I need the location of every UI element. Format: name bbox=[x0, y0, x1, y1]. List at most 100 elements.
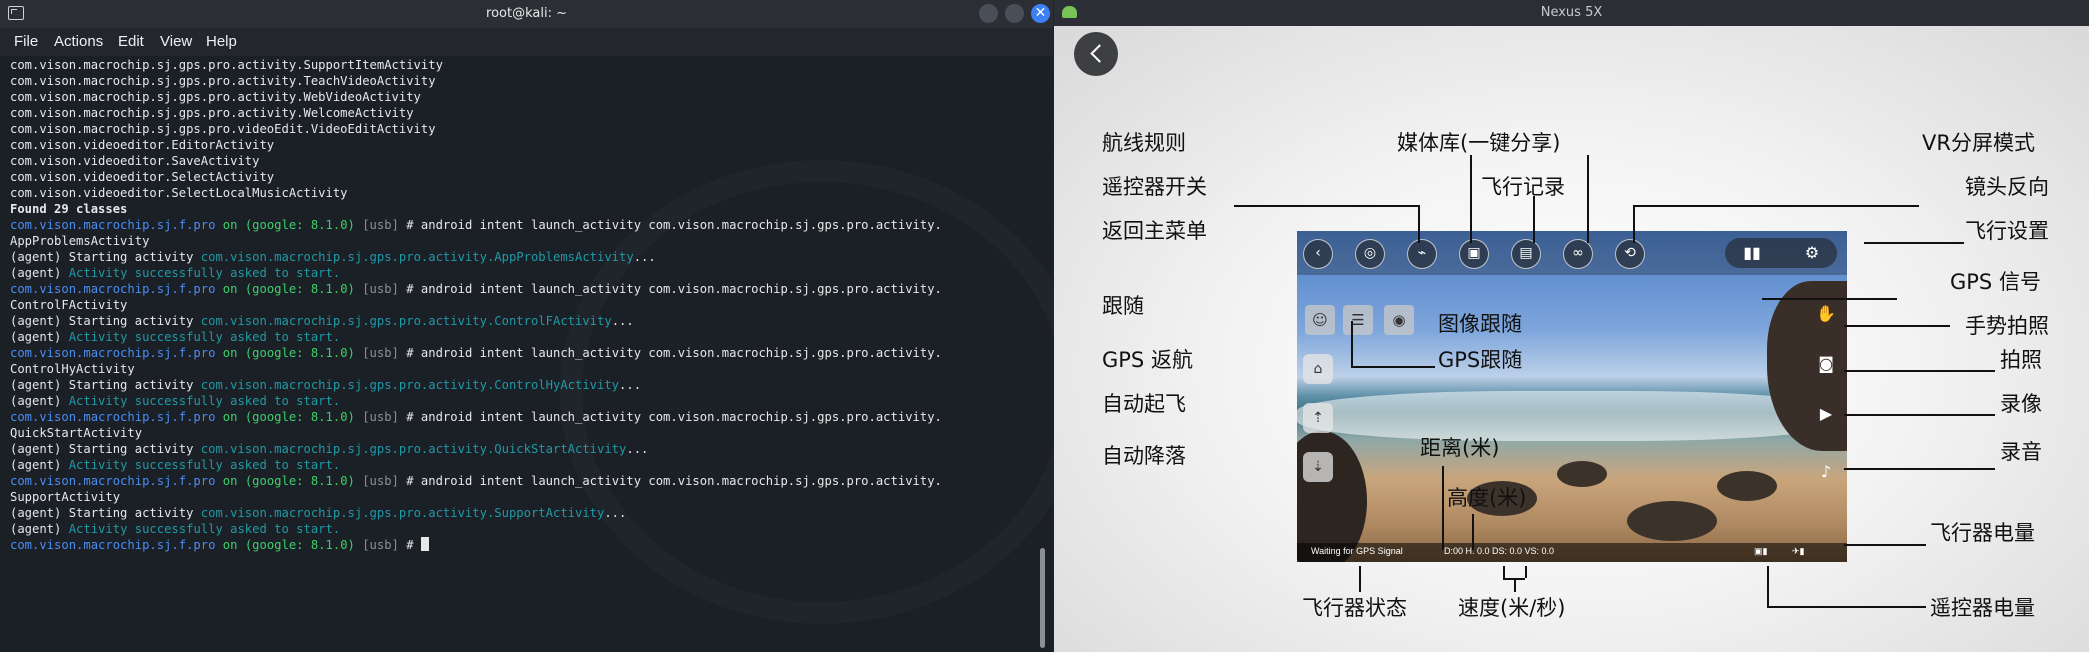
label-flight-record: 飞行记录 bbox=[1481, 175, 1565, 199]
terminal-line: QuickStartActivity bbox=[10, 425, 1030, 441]
gamepad-icon[interactable]: ◎ bbox=[1355, 239, 1385, 269]
terminal-line: (agent) Activity successfully asked to s… bbox=[10, 265, 1030, 281]
gesture-icon[interactable]: ✋ bbox=[1811, 301, 1841, 327]
terminal-text: com.vison.macrochip.sj.gps.pro.activity.… bbox=[10, 106, 414, 120]
terminal-text: (google: 8.1.0) bbox=[244, 282, 355, 296]
menu-edit[interactable]: Edit bbox=[118, 33, 144, 50]
terminal-text: com.vison.macrochip.sj.f.pro bbox=[10, 474, 216, 488]
terminal-text: Activity successfully asked to start. bbox=[68, 330, 341, 344]
label-route-planning: 航线规则 bbox=[1102, 131, 1186, 155]
terminal-text: (google: 8.1.0) bbox=[244, 410, 355, 424]
terminal-line: ControlFActivity bbox=[10, 297, 1030, 313]
leader-line bbox=[1359, 566, 1361, 592]
terminal-text: com.vison.videoeditor.EditorActivity bbox=[10, 138, 275, 152]
menu-help[interactable]: Help bbox=[206, 33, 237, 50]
terminal-text: com.vison.videoeditor.SelectLocalMusicAc… bbox=[10, 186, 348, 200]
image-follow-icon[interactable]: ◉ bbox=[1384, 305, 1414, 335]
leader-line bbox=[1633, 205, 1919, 207]
menu-file[interactable]: File bbox=[14, 33, 38, 50]
label-gps-return: GPS 返航 bbox=[1102, 348, 1193, 372]
microphone-icon[interactable]: ♪ bbox=[1811, 459, 1841, 485]
gps-return-icon[interactable]: ⌂ bbox=[1303, 354, 1333, 384]
leader-line bbox=[1844, 544, 1926, 546]
leader-line bbox=[1351, 366, 1435, 368]
terminal-text: QuickStartActivity bbox=[10, 426, 143, 440]
landing-icon[interactable]: ⇣ bbox=[1303, 452, 1333, 482]
terminal-line: (agent) Activity successfully asked to s… bbox=[10, 521, 1030, 537]
close-icon[interactable]: ✕ bbox=[1031, 4, 1050, 23]
camera-icon[interactable]: ◙ bbox=[1811, 351, 1841, 377]
chevron-left-icon[interactable]: ‹ bbox=[1303, 239, 1333, 269]
terminal-line: AppProblemsActivity bbox=[10, 233, 1030, 249]
terminal-line: (agent) Starting activity com.vison.macr… bbox=[10, 505, 1030, 521]
drone-battery-icon: ✈▮ bbox=[1792, 546, 1805, 556]
terminal-line: com.vison.macrochip.sj.gps.pro.videoEdit… bbox=[10, 121, 1030, 137]
back-button[interactable] bbox=[1074, 32, 1118, 76]
terminal-line: (agent) Activity successfully asked to s… bbox=[10, 393, 1030, 409]
route-icon[interactable]: ⌁ bbox=[1407, 239, 1437, 269]
maximize-button[interactable] bbox=[1005, 4, 1024, 23]
terminal-text: com.vison.macrochip.sj.gps.pro.activity.… bbox=[200, 378, 620, 392]
terminal-text: com.vison.macrochip.sj.f.pro bbox=[10, 410, 216, 424]
terminal-text: (agent) bbox=[10, 266, 69, 280]
gallery-icon[interactable]: ▣ bbox=[1459, 239, 1489, 269]
terminal-line: com.vison.macrochip.sj.gps.pro.activity.… bbox=[10, 73, 1030, 89]
follow-icon[interactable]: ☺ bbox=[1305, 305, 1335, 335]
terminal-text: (google: 8.1.0) bbox=[244, 346, 355, 360]
record-file-icon[interactable]: ▤ bbox=[1511, 239, 1541, 269]
emulator-title: Nexus 5X bbox=[1540, 5, 1603, 20]
terminal-text: com.vison.videoeditor.SelectActivity bbox=[10, 170, 275, 184]
vr-icon[interactable]: ∞ bbox=[1563, 239, 1593, 269]
terminal-line: Found 29 classes bbox=[10, 201, 1030, 217]
label-auto-takeoff: 自动起飞 bbox=[1102, 392, 1186, 416]
label-flight-settings: 飞行设置 bbox=[1965, 219, 2049, 243]
label-main-menu: 返回主菜单 bbox=[1102, 219, 1207, 243]
terminal-text: [usb] bbox=[354, 346, 399, 360]
leader-line bbox=[1533, 196, 1535, 243]
label-height: 高度(米) bbox=[1447, 486, 1527, 510]
rock bbox=[1557, 461, 1607, 487]
leader-line bbox=[1472, 514, 1474, 550]
app-screen: ‹ ◎ ⌁ ▣ ▤ ∞ ⟲ ▮▮ ⚙ ☺ ☰ ◉ ⌂ ⇡ ⇣ ✋ ◙ ▶ ♪ W… bbox=[1054, 26, 2089, 652]
telemetry-text: D:00 H: 0.0 DS: 0.0 VS: 0.0 bbox=[1444, 546, 1555, 556]
terminal-line: (agent) Activity successfully asked to s… bbox=[10, 457, 1030, 473]
minimize-button[interactable] bbox=[979, 4, 998, 23]
label-gps-signal: GPS 信号 bbox=[1950, 270, 2041, 294]
terminal-text: Found 29 classes bbox=[10, 202, 128, 216]
video-icon[interactable]: ▶ bbox=[1811, 401, 1841, 427]
terminal-text: # bbox=[398, 538, 421, 552]
label-gesture-photo: 手势拍照 bbox=[1965, 314, 2049, 338]
terminal-text: (agent) Starting activity bbox=[10, 506, 201, 520]
label-vr-mode: VR分屏模式 bbox=[1922, 131, 2035, 155]
terminal-line: com.vison.videoeditor.EditorActivity bbox=[10, 137, 1030, 153]
terminal-text: [usb] bbox=[354, 474, 399, 488]
terminal-text: ... bbox=[626, 442, 649, 456]
terminal-text: (agent) Starting activity bbox=[10, 442, 201, 456]
terminal-text: ControlFActivity bbox=[10, 298, 128, 312]
terminal-line: com.vison.macrochip.sj.f.pro on (google:… bbox=[10, 473, 1030, 489]
terminal-text: com.vison.macrochip.sj.gps.pro.videoEdit… bbox=[10, 122, 436, 136]
terminal-text: on bbox=[215, 346, 245, 360]
leader-line bbox=[1234, 205, 1418, 207]
menu-actions[interactable]: Actions bbox=[54, 33, 103, 50]
terminal-line: (agent) Activity successfully asked to s… bbox=[10, 329, 1030, 345]
terminal-text: [usb] bbox=[354, 410, 399, 424]
gear-icon[interactable]: ⚙ bbox=[1797, 240, 1827, 266]
leader-line bbox=[1844, 468, 1995, 470]
terminal-line: com.vison.videoeditor.SelectLocalMusicAc… bbox=[10, 185, 1030, 201]
takeoff-icon[interactable]: ⇡ bbox=[1303, 403, 1333, 433]
terminal-text: Activity successfully asked to start. bbox=[68, 522, 341, 536]
lens-flip-icon[interactable]: ⟲ bbox=[1615, 239, 1645, 269]
terminal-text: # android intent launch_activity com.vis… bbox=[398, 410, 942, 424]
terminal-scrollbar[interactable] bbox=[1040, 548, 1045, 648]
terminal-line: com.vison.videoeditor.SelectActivity bbox=[10, 169, 1030, 185]
leader-line bbox=[1525, 566, 1527, 578]
menu-view[interactable]: View bbox=[160, 33, 192, 50]
terminal-text: com.vison.macrochip.sj.f.pro bbox=[10, 346, 216, 360]
terminal-text: on bbox=[215, 474, 245, 488]
gps-follow-icon[interactable]: ☰ bbox=[1343, 305, 1373, 335]
terminal-titlebar: root@kali: ~ ✕ bbox=[0, 0, 1053, 28]
terminal-output[interactable]: com.vison.macrochip.sj.gps.pro.activity.… bbox=[10, 57, 1030, 553]
label-remote-battery: 遥控器电量 bbox=[1930, 596, 2035, 620]
terminal-text: Activity successfully asked to start. bbox=[68, 394, 341, 408]
